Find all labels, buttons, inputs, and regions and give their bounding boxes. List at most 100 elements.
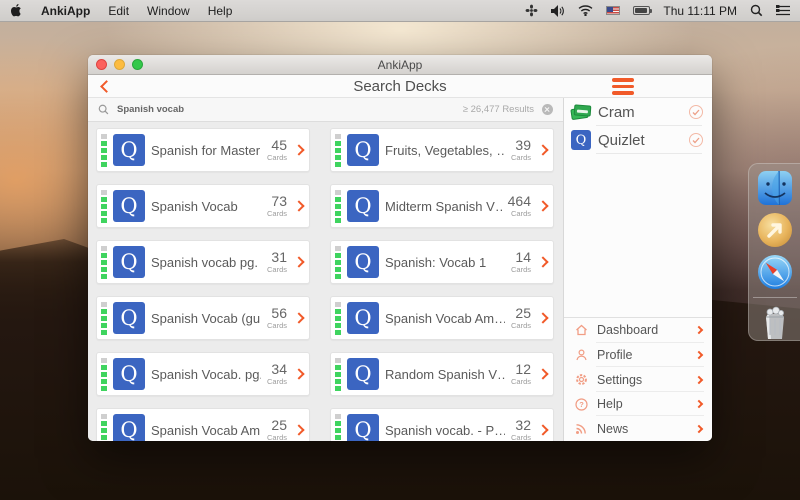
deck-card[interactable]: Q Spanish Vocab 73Cards [96, 184, 310, 228]
dock-finder-icon[interactable] [756, 169, 794, 207]
menubar-clock[interactable]: Thu 11:11 PM [663, 4, 737, 18]
volume-icon[interactable] [551, 5, 565, 17]
search-input[interactable]: Spanish vocab [117, 104, 455, 115]
cram-icon [571, 104, 591, 120]
deck-card[interactable]: Q Fruits, Vegetables, … 39Cards [330, 128, 554, 172]
open-deck-chevron-icon[interactable] [293, 368, 304, 379]
progress-squares [101, 134, 107, 167]
dock [748, 163, 800, 341]
card-count: 14 [511, 250, 531, 264]
menubar-menu-window[interactable]: Window [147, 4, 190, 18]
open-deck-chevron-icon[interactable] [293, 424, 304, 435]
open-deck-chevron-icon[interactable] [537, 312, 548, 323]
deck-card[interactable]: Q Spanish vocab pg. 40 31Cards [96, 240, 310, 284]
sidebar-item-dashboard[interactable]: Dashboard [564, 318, 712, 343]
open-deck-chevron-icon[interactable] [537, 424, 548, 435]
sidebar-item-settings[interactable]: Settings [564, 367, 712, 392]
open-deck-chevron-icon[interactable] [293, 144, 304, 155]
menubar-menu-help[interactable]: Help [208, 4, 233, 18]
card-count: 34 [267, 362, 287, 376]
back-button[interactable] [94, 76, 114, 96]
service-label: Cram [598, 104, 689, 121]
chevron-right-icon [695, 424, 703, 432]
service-enabled-check-icon[interactable] [689, 133, 703, 147]
minimize-window-button[interactable] [114, 59, 125, 70]
open-deck-chevron-icon[interactable] [537, 144, 548, 155]
person-icon [574, 349, 588, 361]
clear-search-icon[interactable] [542, 104, 553, 115]
fan-status-icon[interactable] [525, 4, 538, 17]
progress-squares [335, 246, 341, 279]
menubar-menu-edit[interactable]: Edit [108, 4, 129, 18]
dock-trash-icon[interactable] [756, 304, 794, 342]
deck-card[interactable]: Q Spanish Vocab Am… 25Cards [96, 408, 310, 441]
quizlet-q-icon: Q [347, 190, 379, 222]
card-count: 73 [267, 194, 287, 208]
us-flag-input-source-icon[interactable] [606, 6, 620, 15]
quizlet-q-icon: Q [347, 246, 379, 278]
sidebar-item-label: News [597, 422, 696, 436]
deck-card[interactable]: Q Random Spanish V… 12Cards [330, 352, 554, 396]
menu-hamburger-button[interactable] [612, 78, 634, 95]
menubar-app-menu[interactable]: AnkiApp [41, 4, 90, 18]
quizlet-q-icon: Q [347, 302, 379, 334]
service-quizlet[interactable]: Q Quizlet [564, 126, 712, 154]
deck-card[interactable]: Q Spanish for Master… 45Cards [96, 128, 310, 172]
deck-card[interactable]: Q Spanish: Vocab 1 14Cards [330, 240, 554, 284]
deck-card[interactable]: Q Spanish vocab. - P… 32Cards [330, 408, 554, 441]
chevron-right-icon [695, 326, 703, 334]
deck-card[interactable]: Q Midterm Spanish V… 464Cards [330, 184, 554, 228]
card-count: 39 [511, 138, 531, 152]
progress-squares [335, 358, 341, 391]
deck-card[interactable]: Q Spanish Vocab. pg.… 34Cards [96, 352, 310, 396]
search-bar[interactable]: Spanish vocab ≥ 26,477 Results [88, 98, 563, 122]
notification-center-icon[interactable] [776, 5, 790, 16]
service-label: Quizlet [598, 132, 689, 149]
sidebar-item-profile[interactable]: Profile [564, 343, 712, 368]
service-enabled-check-icon[interactable] [689, 105, 703, 119]
cards-label: Cards [511, 154, 531, 162]
dock-app-icon[interactable] [756, 211, 794, 249]
sidebar-menu: Dashboard Profile Settings ? Help News [564, 317, 712, 441]
search-results-count: ≥ 26,477 Results [463, 104, 534, 115]
open-deck-chevron-icon[interactable] [537, 256, 548, 267]
open-deck-chevron-icon[interactable] [537, 368, 548, 379]
spotlight-search-icon[interactable] [750, 4, 763, 17]
open-deck-chevron-icon[interactable] [293, 312, 304, 323]
card-count: 25 [511, 306, 531, 320]
open-deck-chevron-icon[interactable] [537, 200, 548, 211]
sidebar-item-news[interactable]: News [564, 416, 712, 441]
deck-card[interactable]: Q Spanish Vocab Am… 25Cards [330, 296, 554, 340]
svg-text:?: ? [579, 400, 584, 409]
quizlet-q-icon: Q [113, 246, 145, 278]
help-icon: ? [574, 398, 588, 411]
cards-label: Cards [267, 378, 287, 386]
deck-card[interactable]: Q Spanish Vocab (gu… 56Cards [96, 296, 310, 340]
deck-name: Spanish for Master… [151, 143, 261, 158]
sidebar-item-label: Settings [597, 373, 696, 387]
rss-news-icon [574, 423, 588, 435]
cards-label: Cards [511, 378, 531, 386]
open-deck-chevron-icon[interactable] [293, 200, 304, 211]
apple-menu[interactable] [10, 3, 23, 18]
dock-safari-icon[interactable] [756, 253, 794, 291]
sidebar-item-help[interactable]: ? Help [564, 392, 712, 417]
progress-squares [101, 414, 107, 442]
battery-icon[interactable] [633, 6, 650, 15]
close-window-button[interactable] [96, 59, 107, 70]
sidebar-item-label: Profile [597, 348, 696, 362]
zoom-window-button[interactable] [132, 59, 143, 70]
quizlet-q-icon: Q [113, 414, 145, 441]
window-titlebar[interactable]: AnkiApp [88, 55, 712, 75]
cards-label: Cards [267, 322, 287, 330]
card-count: 45 [267, 138, 287, 152]
deck-name: Midterm Spanish V… [385, 199, 502, 214]
progress-squares [335, 134, 341, 167]
wifi-icon[interactable] [578, 5, 593, 16]
quizlet-q-icon: Q [113, 302, 145, 334]
deck-name: Random Spanish V… [385, 367, 505, 382]
card-count: 56 [267, 306, 287, 320]
service-cram[interactable]: Cram [564, 98, 712, 126]
gear-icon [574, 373, 588, 386]
open-deck-chevron-icon[interactable] [293, 256, 304, 267]
